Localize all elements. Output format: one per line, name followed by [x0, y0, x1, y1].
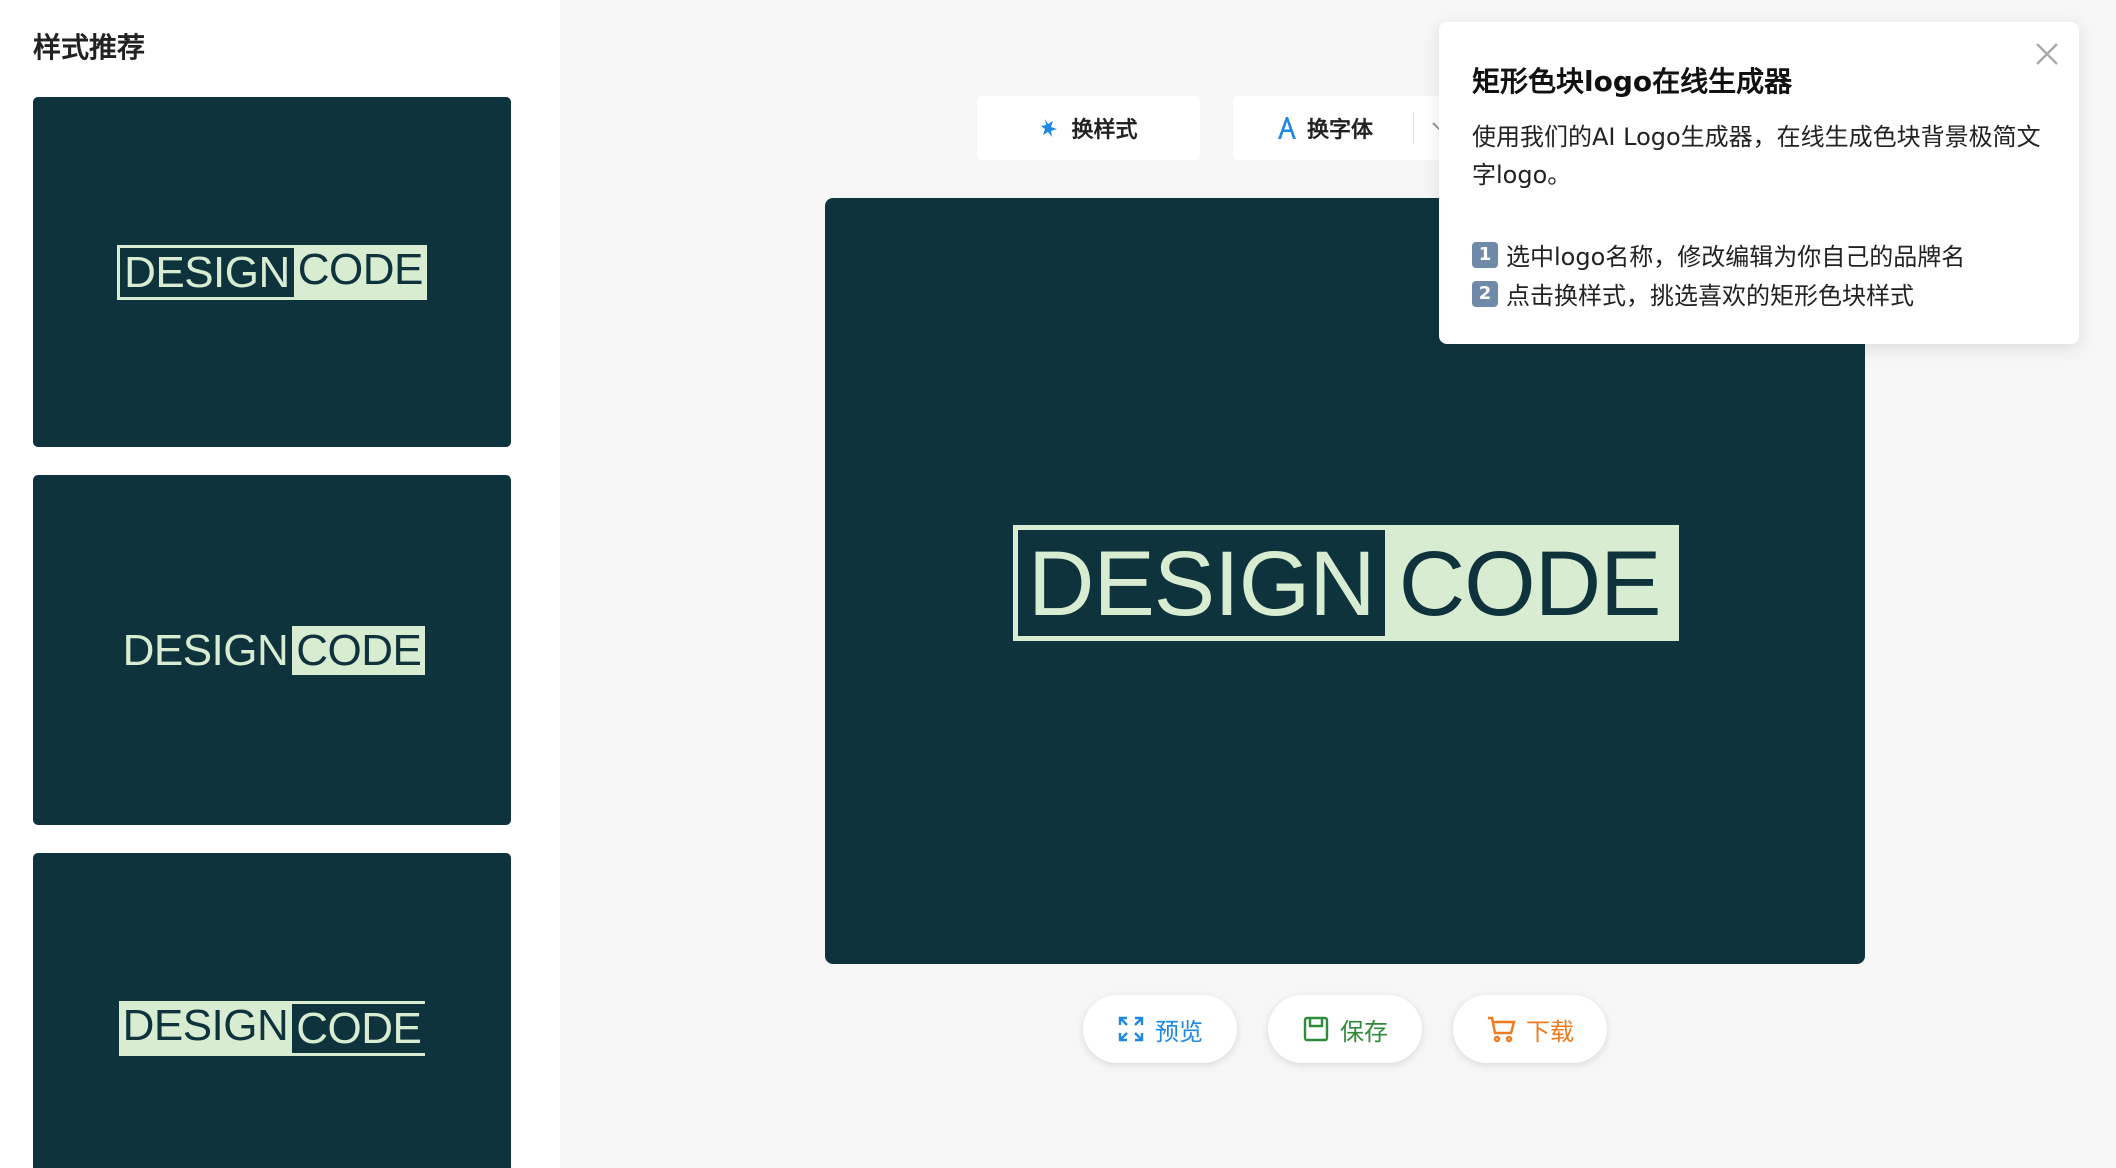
- change-font-label: 换字体: [1307, 118, 1374, 143]
- step-number-badge: 1: [1472, 241, 1498, 268]
- style-sidebar: 样式推荐 DESIGN CODE DESIGN CODE DESIGN CODE: [0, 0, 560, 1168]
- sidebar-title: 样式推荐: [33, 31, 146, 64]
- style-card-1[interactable]: DESIGN CODE: [33, 97, 511, 447]
- card-logo: DESIGN CODE: [118, 1000, 426, 1056]
- popover-step-2: 2 点击换样式，挑选喜欢的矩形色块样式: [1472, 276, 1914, 311]
- change-style-label: 换样式: [1071, 118, 1138, 143]
- popover-step-1: 1 选中logo名称，修改编辑为你自己的品牌名: [1472, 237, 1965, 272]
- download-button[interactable]: 下载: [1453, 995, 1607, 1063]
- style-card-2[interactable]: DESIGN CODE: [33, 475, 511, 825]
- font-a-icon: [1275, 115, 1299, 141]
- save-button[interactable]: 保存: [1268, 995, 1422, 1063]
- toolbar-divider: [1413, 112, 1414, 144]
- expand-icon: [1117, 1015, 1145, 1043]
- download-label: 下载: [1526, 1017, 1574, 1046]
- logo-word-2: CODE: [293, 244, 427, 300]
- card-logo: DESIGN CODE: [119, 625, 426, 675]
- app: 样式推荐 DESIGN CODE DESIGN CODE DESIGN CODE: [0, 0, 2116, 1168]
- intro-popover: 矩形色块logo在线生成器 使用我们的AI Logo生成器，在线生成色块背景极简…: [1439, 22, 2079, 344]
- change-style-button[interactable]: 换样式: [977, 96, 1200, 160]
- preview-button[interactable]: 预览: [1083, 995, 1237, 1063]
- popover-description: 使用我们的AI Logo生成器，在线生成色块背景极简文字logo。: [1472, 123, 2041, 189]
- logo-name-word-1[interactable]: DESIGN: [1013, 525, 1385, 641]
- step-text: 点击换样式，挑选喜欢的矩形色块样式: [1506, 282, 1914, 310]
- save-label: 保存: [1340, 1017, 1388, 1046]
- close-icon[interactable]: [2033, 40, 2061, 72]
- step-text: 选中logo名称，修改编辑为你自己的品牌名: [1506, 243, 1966, 271]
- card-logo: DESIGN CODE: [117, 244, 427, 300]
- style-card-3[interactable]: DESIGN CODE: [33, 853, 511, 1168]
- logo-word-1: DESIGN: [118, 1000, 293, 1056]
- logo-word-2: CODE: [292, 1000, 426, 1056]
- sparkle-icon: [1039, 116, 1063, 140]
- logo-name-word-2[interactable]: CODE: [1384, 525, 1679, 641]
- popover-title: 矩形色块logo在线生成器: [1472, 65, 1793, 98]
- main-logo[interactable]: DESIGN CODE: [1013, 525, 1679, 641]
- logo-word-2: CODE: [292, 625, 426, 675]
- logo-word-1: DESIGN: [117, 244, 294, 300]
- preview-label: 预览: [1155, 1017, 1203, 1046]
- step-number-badge: 2: [1472, 280, 1498, 307]
- change-font-button[interactable]: 换字体: [1233, 96, 1463, 160]
- save-icon: [1302, 1015, 1330, 1043]
- logo-word-1: DESIGN: [122, 625, 289, 675]
- cart-icon: [1486, 1015, 1516, 1043]
